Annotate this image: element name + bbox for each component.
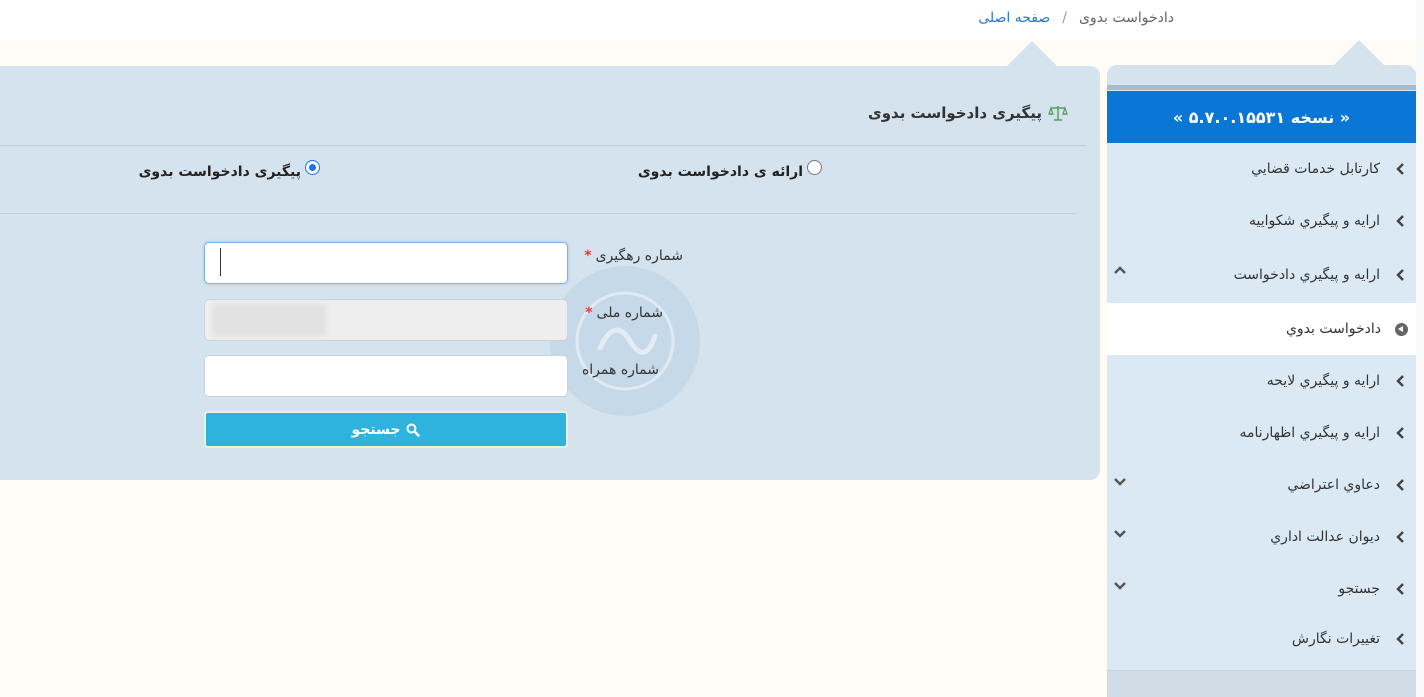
text-caret xyxy=(220,248,221,276)
chevron-left-icon xyxy=(1396,531,1404,543)
sidebar: « نسخه ۵.۷.۰.۱۵۵۳۱ » کارتابل خدمات قضايي… xyxy=(1107,65,1416,697)
required-mark: * xyxy=(585,305,593,321)
divider xyxy=(0,213,1076,214)
radio-track-petition-button[interactable] xyxy=(305,159,320,175)
page-scrollbar[interactable] xyxy=(1416,0,1424,697)
radio-present-petition-button[interactable] xyxy=(807,159,822,175)
sidebar-item-protest-claims[interactable]: دعاوي اعتراضي xyxy=(1107,459,1416,511)
mobile-label: شماره همراه xyxy=(581,362,659,378)
sidebar-item-label: ارايه و پيگيري لايحه xyxy=(1266,373,1380,389)
sidebar-item-initial-petition[interactable]: دادخواست بدوي xyxy=(1107,303,1416,355)
sidebar-item-administrative-court[interactable]: ديوان عدالت اداري xyxy=(1107,511,1416,563)
chevron-left-icon xyxy=(1396,269,1404,281)
watermark-logo xyxy=(550,266,700,416)
chevron-down-icon[interactable] xyxy=(1113,527,1127,541)
redacted-value xyxy=(212,304,326,336)
page-title: پیگیری دادخواست بدوی xyxy=(868,104,1068,122)
mobile-input[interactable] xyxy=(204,355,568,397)
radio-present-petition[interactable]: ارائه ی دادخواست بدوی xyxy=(637,159,822,180)
chevron-down-icon[interactable] xyxy=(1113,579,1127,593)
breadcrumb-current: دادخواست بدوی xyxy=(1078,10,1174,26)
radio-track-petition-label: پیگیری دادخواست بدوی xyxy=(138,164,301,180)
chevron-left-icon xyxy=(1396,375,1404,387)
sidebar-item-petitions[interactable]: ارايه و پيگيري دادخواست xyxy=(1107,249,1416,301)
sidebar-footer xyxy=(1107,670,1416,697)
page-title-text: پیگیری دادخواست بدوی xyxy=(867,104,1042,122)
radio-track-petition[interactable]: پیگیری دادخواست بدوی xyxy=(138,159,320,180)
required-mark: * xyxy=(584,248,592,264)
sidebar-item-label: کارتابل خدمات قضايي xyxy=(1251,161,1380,177)
chevron-up-icon[interactable] xyxy=(1113,263,1127,277)
sidebar-item-search[interactable]: جستجو xyxy=(1107,563,1416,615)
breadcrumb-separator: / xyxy=(1062,10,1067,26)
main-panel: پیگیری دادخواست بدوی ارائه ی دادخواست بد… xyxy=(0,66,1100,480)
chevron-left-icon xyxy=(1396,583,1404,595)
circle-arrow-icon xyxy=(1395,322,1408,336)
sidebar-item-label: دعاوي اعتراضي xyxy=(1287,477,1380,493)
chevron-left-icon xyxy=(1396,479,1404,491)
tracking-number-input[interactable] xyxy=(204,242,568,284)
top-bar: صفحه اصلی / دادخواست بدوی xyxy=(0,0,1424,40)
sidebar-item-label: ارايه و پيگيري اظهارنامه xyxy=(1239,425,1381,441)
sidebar-notch xyxy=(1334,40,1384,65)
divider xyxy=(0,145,1086,146)
watermark-icon xyxy=(575,291,675,391)
sidebar-item-declarations[interactable]: ارايه و پيگيري اظهارنامه xyxy=(1107,407,1416,459)
scale-icon xyxy=(1048,106,1068,121)
chevron-down-icon[interactable] xyxy=(1113,475,1127,489)
radio-present-petition-label: ارائه ی دادخواست بدوی xyxy=(637,164,803,180)
sidebar-strip xyxy=(1107,85,1416,90)
chevron-left-icon xyxy=(1396,427,1404,439)
sidebar-item-bills[interactable]: ارايه و پيگيري لايحه xyxy=(1107,355,1416,407)
sidebar-item-label: ارايه و پيگيري دادخواست xyxy=(1233,267,1380,283)
search-button[interactable]: جستجو xyxy=(204,411,568,448)
version-banner: « نسخه ۵.۷.۰.۱۵۵۳۱ » xyxy=(1107,91,1416,143)
sidebar-item-label: تغييرات نگارش xyxy=(1291,631,1380,647)
national-code-label: شماره ملی * xyxy=(585,305,663,321)
search-button-label: جستجو xyxy=(351,421,401,438)
chevron-left-icon xyxy=(1396,215,1404,227)
sidebar-item-version-changes[interactable]: تغييرات نگارش xyxy=(1107,613,1416,665)
breadcrumb: صفحه اصلی / دادخواست بدوی xyxy=(978,10,1174,26)
sidebar-item-label: ارايه و پيگيري شکواييه xyxy=(1248,213,1380,229)
breadcrumb-home-link[interactable]: صفحه اصلی xyxy=(978,10,1050,26)
search-icon xyxy=(406,423,421,437)
sidebar-item-complaints[interactable]: ارايه و پيگيري شکواييه xyxy=(1107,195,1416,247)
sidebar-item-label: ديوان عدالت اداري xyxy=(1270,529,1380,545)
chevron-left-icon xyxy=(1396,633,1404,645)
sidebar-item-label: دادخواست بدوي xyxy=(1285,321,1381,337)
sidebar-item-judicial-services[interactable]: کارتابل خدمات قضايي xyxy=(1107,143,1416,195)
chevron-left-icon xyxy=(1396,163,1404,175)
tracking-number-label: شماره رهگیری * xyxy=(584,248,683,264)
sidebar-item-label: جستجو xyxy=(1338,581,1380,597)
panel-notch xyxy=(1007,41,1057,66)
